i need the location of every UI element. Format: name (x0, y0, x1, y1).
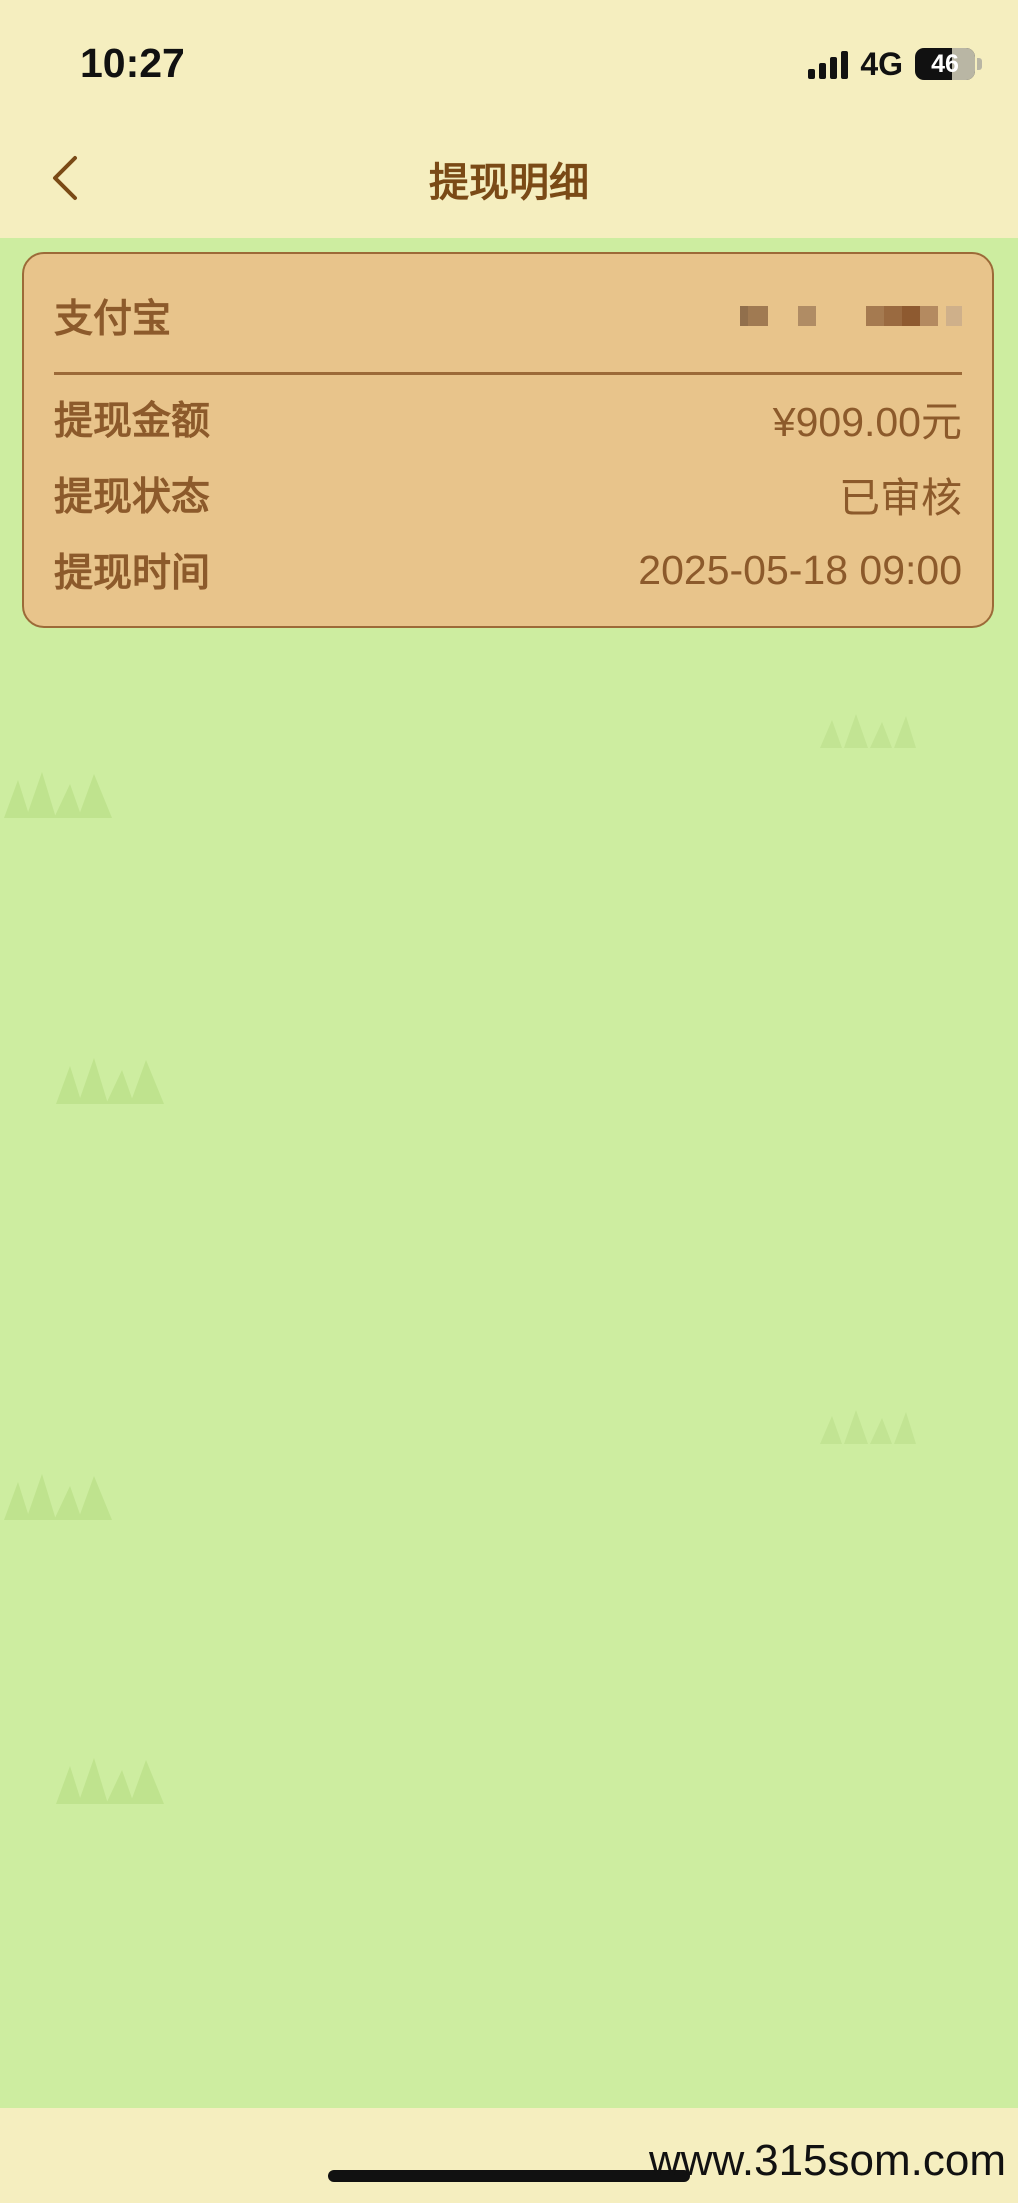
withdrawal-detail-card: 支付宝 提现金额 ¥909.00元 提现状态 已审核 提现时间 2025-05-… (22, 252, 994, 628)
status-value: 已审核 (839, 475, 962, 521)
status-time: 10:27 (80, 40, 185, 86)
grass-decoration-icon (4, 772, 112, 818)
nav-bar: 提现明细 (0, 120, 1018, 238)
watermark: www.315som.com (648, 2136, 1006, 2185)
masked-account-value (740, 304, 962, 328)
page-title: 提现明细 (429, 160, 589, 206)
status-bar: 10:27 4G 46 (0, 0, 1018, 120)
status-label: 提现状态 (54, 475, 211, 520)
network-label: 4G (860, 45, 903, 82)
top-area: 10:27 4G 46 提现明细 (0, 0, 1018, 238)
grass-decoration-icon (56, 1058, 164, 1104)
battery-tip (977, 58, 982, 70)
time-value: 2025-05-18 09:00 (638, 546, 962, 593)
grass-decoration-icon (4, 1474, 112, 1520)
grass-decoration-icon (820, 1410, 916, 1444)
card-divider (54, 372, 962, 375)
time-label: 提现时间 (54, 551, 211, 596)
amount-value: ¥909.00元 (772, 399, 962, 445)
grass-decoration-icon (56, 1758, 164, 1804)
battery-level: 46 (931, 49, 959, 78)
home-indicator[interactable] (328, 2170, 690, 2182)
grass-decoration-icon (820, 714, 916, 748)
amount-label: 提现金额 (54, 399, 211, 444)
signal-icon (808, 49, 849, 79)
time-row: 提现时间 2025-05-18 09:00 (54, 540, 962, 600)
status-row: 提现状态 已审核 (54, 464, 962, 524)
bottom-bar: www.315som.com (0, 2108, 1018, 2203)
account-row: 支付宝 (54, 286, 962, 346)
status-right: 4G 46 (808, 46, 982, 82)
amount-row: 提现金额 ¥909.00元 (54, 388, 962, 448)
battery-icon: 46 (915, 48, 975, 80)
account-label: 支付宝 (54, 297, 172, 342)
